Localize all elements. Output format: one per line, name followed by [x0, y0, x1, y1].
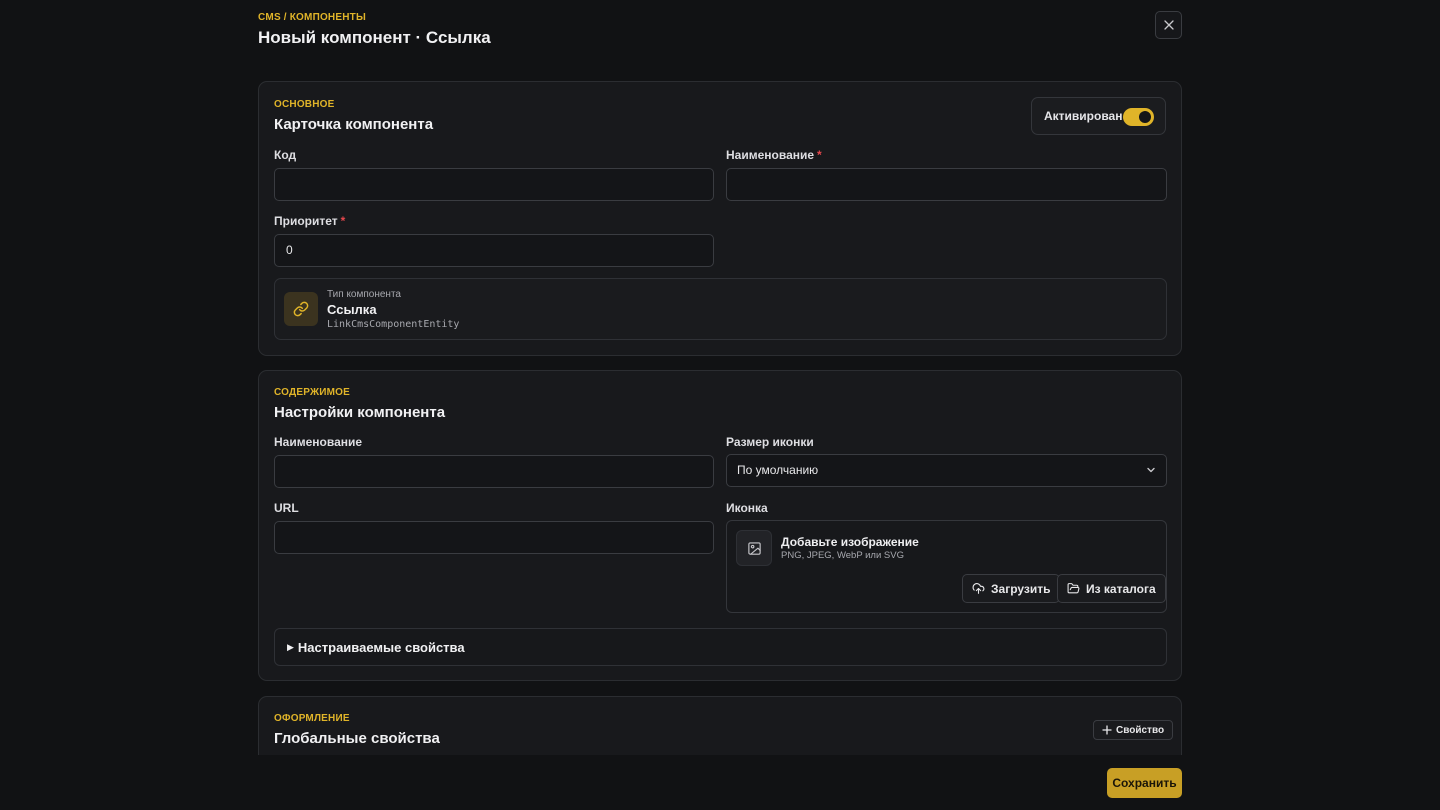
- custom-properties-toggle[interactable]: ▶ Настраиваемые свойства: [274, 628, 1167, 666]
- section-eyebrow: СОДЕРЖИМОЕ: [274, 387, 350, 398]
- required-mark: *: [817, 148, 822, 162]
- close-button[interactable]: [1155, 11, 1182, 39]
- active-label: Активирован: [1044, 109, 1123, 123]
- content-name-input[interactable]: [274, 455, 714, 488]
- upload-subtitle: PNG, JPEG, WebP или SVG: [781, 550, 904, 561]
- type-caption: Тип компонента: [327, 289, 401, 300]
- icon-size-value: По умолчанию: [737, 463, 819, 477]
- code-input[interactable]: [274, 168, 714, 201]
- main-card: ОСНОВНОЕ Карточка компонента Активирован…: [258, 81, 1182, 356]
- icon-upload-box: Добавьте изображение PNG, JPEG, WebP или…: [726, 520, 1167, 613]
- cloud-upload-icon: [972, 583, 985, 594]
- icon-label: Иконка: [726, 501, 768, 515]
- active-toggle-box: Активирован: [1031, 97, 1166, 135]
- plus-icon: [1102, 725, 1112, 735]
- triangle-right-icon: ▶: [287, 641, 294, 652]
- upload-title: Добавьте изображение: [781, 535, 919, 549]
- custom-properties-label: Настраиваемые свойства: [297, 639, 465, 655]
- component-type-box: Тип компонента Ссылка LinkCmsComponentEn…: [274, 278, 1167, 340]
- image-icon: [736, 530, 772, 566]
- page-title: Новый компонент · Ссылка: [258, 28, 491, 47]
- icon-size-label: Размер иконки: [726, 435, 814, 449]
- add-property-label: Свойство: [1116, 724, 1165, 736]
- link-icon: [284, 292, 318, 326]
- content-name-label: Наименование: [274, 435, 363, 449]
- breadcrumb[interactable]: CMS / КОМПОНЕНТЫ: [258, 12, 366, 23]
- section-eyebrow: ОФОРМЛЕНИЕ: [274, 713, 350, 724]
- upload-button-label: Загрузить: [991, 581, 1051, 596]
- section-title: Карточка компонента: [274, 116, 434, 133]
- section-title: Глобальные свойства: [274, 730, 440, 747]
- footer-bar: [0, 755, 1440, 810]
- name-label: Наименование *: [726, 148, 822, 162]
- type-name: Ссылка: [327, 302, 377, 317]
- url-label: URL: [274, 501, 299, 515]
- close-icon: [1163, 20, 1174, 30]
- icon-size-select[interactable]: По умолчанию: [726, 454, 1167, 487]
- catalog-button-label: Из каталога: [1086, 581, 1156, 596]
- type-entity: LinkCmsComponentEntity: [327, 319, 460, 330]
- priority-input[interactable]: 0: [274, 234, 714, 267]
- add-property-button[interactable]: Свойство: [1093, 720, 1174, 740]
- chevron-down-icon: [1147, 467, 1155, 473]
- catalog-button[interactable]: Из каталога: [1057, 574, 1166, 603]
- priority-label: Приоритет *: [274, 214, 346, 228]
- upload-button[interactable]: Загрузить: [962, 574, 1061, 603]
- code-label: Код: [274, 148, 297, 162]
- section-title: Настройки компонента: [274, 404, 446, 421]
- save-button[interactable]: Сохранить: [1107, 768, 1182, 798]
- name-input[interactable]: [726, 168, 1167, 201]
- section-eyebrow: ОСНОВНОЕ: [274, 99, 335, 110]
- content-card: СОДЕРЖИМОЕ Настройки компонента Наименов…: [258, 370, 1182, 681]
- active-toggle[interactable]: [1123, 108, 1154, 126]
- folder-open-icon: [1067, 583, 1080, 594]
- url-input[interactable]: [274, 521, 714, 554]
- required-mark: *: [340, 214, 346, 228]
